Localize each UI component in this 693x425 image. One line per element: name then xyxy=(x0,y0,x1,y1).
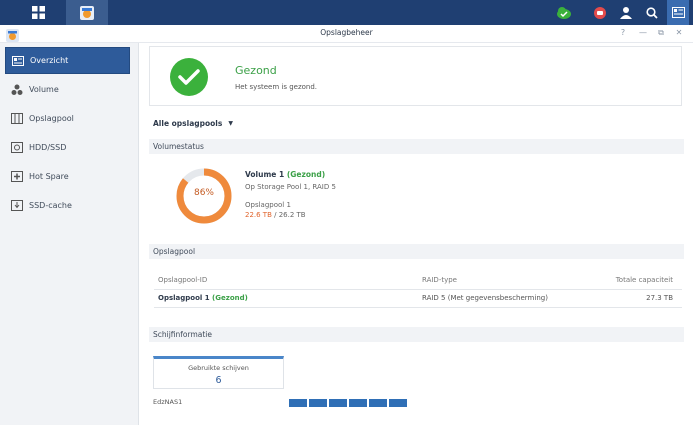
sidebar-item-label: Overzicht xyxy=(30,56,69,65)
volume-icon xyxy=(11,84,23,96)
window-titlebar[interactable]: Opslagbeheer ? — ⧉ ✕ xyxy=(0,25,693,43)
volume-pool-name: Opslagpool 1 xyxy=(245,201,291,209)
usage-percent: 86% xyxy=(193,188,214,198)
host-name: EdzNAS1 xyxy=(153,398,183,406)
restore-icon[interactable]: ⧉ xyxy=(655,28,667,38)
sidebar-item-overview[interactable]: Overzicht xyxy=(5,47,130,74)
table-divider xyxy=(154,307,682,308)
sidebar-item-volume[interactable]: Volume xyxy=(5,76,130,103)
storage-pool-icon xyxy=(11,113,23,125)
pool-state: (Gezond) xyxy=(212,294,248,302)
used-disks-count: 6 xyxy=(215,375,222,386)
volume-total: 26.2 TB xyxy=(278,211,306,219)
main-menu-icon[interactable] xyxy=(24,0,52,25)
disk-slot[interactable] xyxy=(329,399,347,407)
volume-name[interactable]: Volume 1 (Gezond) xyxy=(245,170,325,179)
search-icon[interactable] xyxy=(641,0,663,25)
volume-location: Op Storage Pool 1, RAID 5 xyxy=(245,183,336,191)
sidebar-item-label: HDD/SSD xyxy=(29,143,67,152)
hot-spare-icon xyxy=(11,171,23,183)
disk-info-heading: Schijfinformatie xyxy=(149,327,684,342)
disk-slot[interactable] xyxy=(289,399,307,407)
healthy-check-icon xyxy=(170,58,208,96)
sidebar-item-label: Volume xyxy=(29,85,59,94)
volume-state: (Gezond) xyxy=(286,170,326,179)
storage-pool-heading: Opslagpool xyxy=(149,244,684,259)
sidebar-item-label: SSD-cache xyxy=(29,201,72,210)
table-row-capacity: 27.3 TB xyxy=(646,294,673,302)
table-row-pool-id[interactable]: Opslagpool 1 (Gezond) xyxy=(158,294,248,302)
ssd-cache-icon xyxy=(11,200,23,212)
volume-status-heading: Volumestatus xyxy=(149,139,684,154)
minimize-icon[interactable]: — xyxy=(637,28,649,37)
volume-name-text: Volume 1 xyxy=(245,170,285,179)
pool-selector-label: Alle opslagpools xyxy=(153,119,223,128)
volume-used: 22.6 TB xyxy=(245,211,272,219)
pool-id-text: Opslagpool 1 xyxy=(158,294,210,302)
sidebar: Overzicht Volume Opslagpool HDD/SSD Hot … xyxy=(0,43,139,425)
overview-icon xyxy=(12,55,24,67)
disk-slot[interactable] xyxy=(349,399,367,407)
used-disks-card[interactable]: Gebruikte schijven 6 xyxy=(153,356,284,389)
help-icon[interactable]: ? xyxy=(617,28,629,37)
user-icon[interactable] xyxy=(615,0,637,25)
health-panel: Gezond Het systeem is gezond. xyxy=(149,46,682,106)
cloud-sync-icon[interactable] xyxy=(553,0,575,25)
capacity-separator: / xyxy=(274,211,277,219)
sidebar-item-hot-spare[interactable]: Hot Spare xyxy=(5,163,130,190)
volume-capacity: 22.6 TB / 26.2 TB xyxy=(245,211,306,219)
table-row-raid: RAID 5 (Met gegevensbescherming) xyxy=(422,294,548,302)
taskbar xyxy=(0,0,693,25)
widgets-icon[interactable] xyxy=(667,0,689,25)
caret-down-icon: ▼ xyxy=(228,120,233,127)
column-header-pool-id: Opslagpool-ID xyxy=(158,276,208,284)
used-disks-label: Gebruikte schijven xyxy=(188,364,249,372)
sidebar-item-ssd-cache[interactable]: SSD-cache xyxy=(5,192,130,219)
health-title: Gezond xyxy=(235,64,277,77)
disk-slot[interactable] xyxy=(389,399,407,407)
window-title: Opslagbeheer xyxy=(320,28,373,37)
health-subtitle: Het systeem is gezond. xyxy=(235,83,318,91)
disk-slot[interactable] xyxy=(369,399,387,407)
sidebar-item-hdd-ssd[interactable]: HDD/SSD xyxy=(5,134,130,161)
close-icon[interactable]: ✕ xyxy=(673,28,685,37)
notification-icon[interactable] xyxy=(589,0,611,25)
sidebar-item-label: Hot Spare xyxy=(29,172,69,181)
column-header-capacity: Totale capaciteit xyxy=(615,276,673,284)
main-content: Gezond Het systeem is gezond. Alle opsla… xyxy=(140,43,693,425)
storage-manager-icon[interactable] xyxy=(66,0,108,25)
disk-slot[interactable] xyxy=(309,399,327,407)
sidebar-item-label: Opslagpool xyxy=(29,114,74,123)
column-header-raid-type: RAID-type xyxy=(422,276,457,284)
table-divider xyxy=(154,289,682,290)
hdd-icon xyxy=(11,142,23,154)
pool-selector[interactable]: Alle opslagpools ▼ xyxy=(153,119,233,128)
sidebar-item-storage-pool[interactable]: Opslagpool xyxy=(5,105,130,132)
